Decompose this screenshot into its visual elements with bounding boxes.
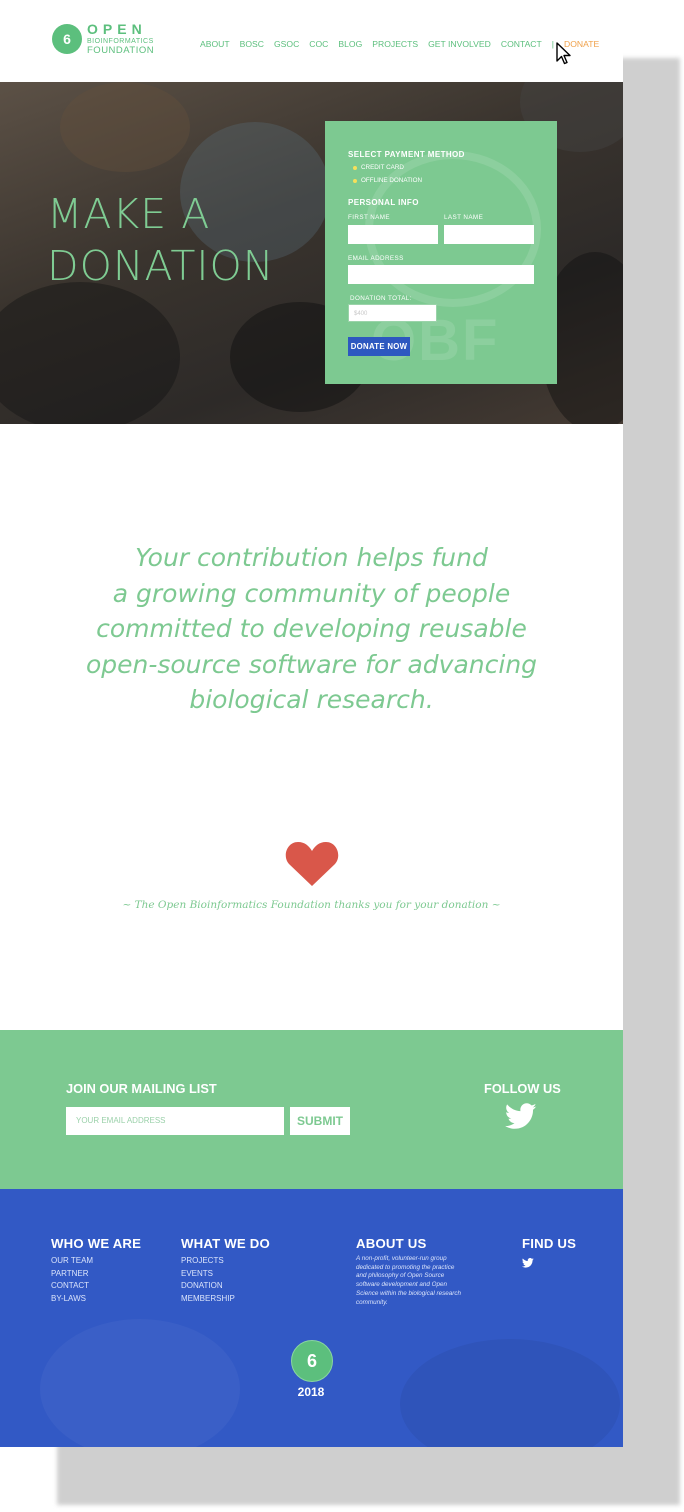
quote-line: open-source software for advancing: [85, 649, 538, 679]
footer-link-contact[interactable]: CONTACT: [51, 1280, 141, 1293]
site-footer: WHO WE ARE OUR TEAM PARTNER CONTACT BY-L…: [0, 1189, 623, 1447]
logo-icon: 6: [52, 23, 82, 54]
footer-heading: ABOUT US: [356, 1236, 427, 1251]
nav-separator: |: [551, 39, 554, 49]
footer-background-shape: [40, 1319, 240, 1447]
personal-info-heading: PERSONAL INFO: [348, 198, 419, 207]
last-name-label: LAST NAME: [444, 214, 484, 221]
about-us-text: A non-profit, volunteer-run group dedica…: [356, 1255, 462, 1306]
first-name-field[interactable]: [348, 225, 438, 244]
mailing-list-section: JOIN OUR MAILING LIST YOUR EMAIL ADDRESS…: [0, 1030, 623, 1189]
heart-icon: [285, 842, 339, 886]
mailing-submit-button[interactable]: SUBMIT: [290, 1107, 350, 1135]
payment-option-label: OFFLINE DONATION: [361, 177, 423, 184]
footer-who-we-are: WHO WE ARE OUR TEAM PARTNER CONTACT BY-L…: [51, 1236, 141, 1305]
footer-link-partner[interactable]: PARTNER: [51, 1268, 141, 1281]
nav-bosc[interactable]: BOSC: [240, 39, 264, 49]
email-label: EMAIL ADDRESS: [348, 255, 404, 262]
footer-link-events[interactable]: EVENTS: [181, 1268, 270, 1281]
footer-logo-icon[interactable]: 6: [291, 1340, 333, 1382]
nav-projects[interactable]: PROJECTS: [372, 39, 418, 49]
payment-option-credit-card[interactable]: CREDIT CARD: [353, 164, 404, 171]
contribution-quote: Your contribution helps fund a growing c…: [60, 540, 563, 718]
logo-line-3: FOUNDATION: [87, 45, 155, 56]
footer-heading: WHO WE ARE: [51, 1236, 142, 1251]
payment-option-label: CREDIT CARD: [361, 164, 404, 171]
mouse-cursor-icon: [556, 42, 571, 65]
footer-link-by-laws[interactable]: BY-LAWS: [51, 1293, 141, 1306]
footer-year: 2018: [297, 1385, 325, 1399]
mailing-email-input[interactable]: YOUR EMAIL ADDRESS: [66, 1107, 284, 1135]
page: 6 OPEN BIOINFORMATICS FOUNDATION ABOUT B…: [0, 0, 623, 1447]
hero-title-line-1: MAKE A: [47, 190, 211, 238]
hero-title: MAKE A DONATION: [47, 188, 274, 292]
footer-link-our-team[interactable]: OUR TEAM: [51, 1255, 141, 1268]
thank-you-note: ~ The Open Bioinformatics Foundation tha…: [122, 899, 501, 911]
quote-line: committed to developing reusable: [96, 614, 527, 643]
footer-logo-mark: 6: [306, 1351, 317, 1371]
payment-method-heading: SELECT PAYMENT METHOD: [348, 150, 465, 159]
footer-about-us: ABOUT US A non-profit, volunteer-run gro…: [356, 1236, 464, 1307]
nav-gsoc[interactable]: GSOC: [274, 39, 299, 49]
main-nav: ABOUT BOSC GSOC COC BLOG PROJECTS GET IN…: [200, 39, 609, 49]
donation-total-label: DONATION TOTAL:: [350, 295, 412, 302]
footer-link-membership[interactable]: MEMBERSHIP: [181, 1293, 270, 1306]
site-logo[interactable]: 6 OPEN BIOINFORMATICS FOUNDATION: [52, 22, 154, 56]
footer-heading: FIND US: [522, 1236, 577, 1251]
nav-coc[interactable]: COC: [309, 39, 328, 49]
nav-get-involved[interactable]: GET INVOLVED: [428, 39, 491, 49]
quote-line: Your contribution helps fund: [135, 543, 488, 572]
background-crowd-shape: [0, 282, 180, 424]
follow-us-heading: FOLLOW US: [484, 1081, 561, 1096]
footer-link-projects[interactable]: PROJECTS: [181, 1255, 270, 1268]
hero-banner: MAKE A DONATION OBF SELECT PAYMENT METHO…: [0, 82, 623, 424]
background-crowd-shape: [60, 82, 190, 172]
logo-text: OPEN BIOINFORMATICS FOUNDATION: [87, 22, 154, 56]
last-name-field[interactable]: [444, 225, 534, 244]
email-field[interactable]: [348, 265, 534, 284]
nav-about[interactable]: ABOUT: [200, 39, 230, 49]
payment-option-offline[interactable]: OFFLINE DONATION: [353, 177, 422, 184]
nav-blog[interactable]: BLOG: [338, 39, 362, 49]
footer-what-we-do: WHAT WE DO PROJECTS EVENTS DONATION MEMB…: [181, 1236, 270, 1305]
twitter-icon[interactable]: [505, 1103, 537, 1130]
donate-now-button[interactable]: DONATE NOW: [348, 337, 410, 356]
footer-heading: WHAT WE DO: [181, 1236, 270, 1251]
radio-dot-icon: [353, 178, 357, 183]
logo-line-2: BIOINFORMATICS: [87, 38, 154, 45]
donation-total-field[interactable]: $400: [348, 304, 437, 322]
mailing-list-heading: JOIN OUR MAILING LIST: [66, 1081, 217, 1096]
site-header: 6 OPEN BIOINFORMATICS FOUNDATION ABOUT B…: [0, 0, 623, 82]
logo-mark-text: 6: [63, 30, 71, 47]
footer-find-us: FIND US: [522, 1236, 576, 1255]
nav-contact[interactable]: CONTACT: [501, 39, 542, 49]
first-name-label: FIRST NAME: [348, 214, 391, 221]
quote-line: biological research.: [189, 685, 434, 714]
quote-line: a growing community of people: [112, 578, 511, 608]
footer-link-donation[interactable]: DONATION: [181, 1280, 270, 1293]
donation-form: OBF SELECT PAYMENT METHOD CREDIT CARD OF…: [325, 121, 557, 384]
footer-background-shape: [400, 1339, 620, 1447]
hero-title-line-2: DONATION: [47, 242, 275, 290]
twitter-icon[interactable]: [522, 1258, 534, 1268]
logo-line-1: OPEN: [87, 21, 147, 37]
radio-dot-icon: [353, 165, 357, 170]
